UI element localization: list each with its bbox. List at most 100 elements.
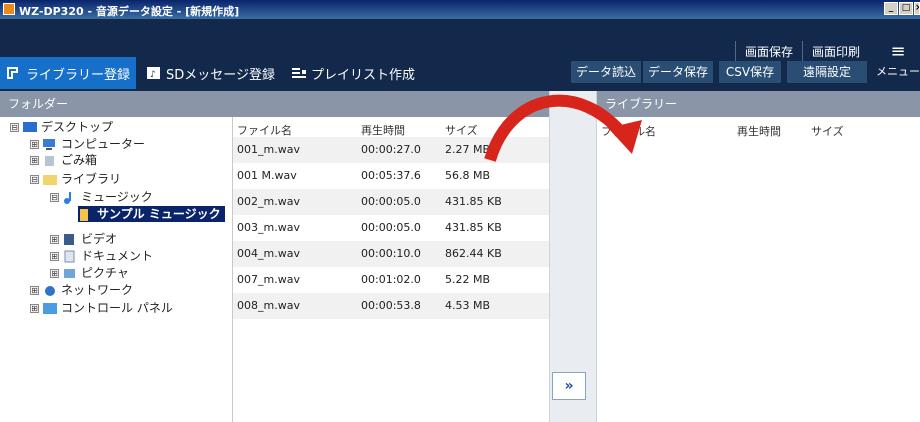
csv-save-button[interactable]: CSV保存 bbox=[719, 61, 781, 83]
file-name: 008_m.wav bbox=[237, 299, 300, 312]
folder-icon bbox=[78, 208, 94, 221]
tree-node-control-panel[interactable]: ⊞ コントロール パネル bbox=[30, 300, 173, 316]
video-icon bbox=[62, 233, 78, 246]
data-save-button[interactable]: データ保存 bbox=[643, 61, 713, 83]
tree-node-sample-music[interactable]: サンプル ミュージック bbox=[78, 206, 225, 222]
library-folder-icon bbox=[42, 173, 58, 186]
file-name: 001_m.wav bbox=[237, 143, 300, 156]
file-size: 56.8 MB bbox=[445, 169, 491, 182]
file-duration: 00:00:05.0 bbox=[361, 221, 421, 234]
tree-node-desktop[interactable]: ⊟ デスクトップ bbox=[10, 119, 113, 135]
file-row[interactable]: 001 M.wav 00:05:37.6 56.8 MB bbox=[233, 163, 549, 189]
playlist-icon bbox=[291, 66, 307, 80]
tree-node-music[interactable]: ⊟ ミュージック bbox=[50, 189, 153, 205]
expand-icon[interactable]: ⊞ bbox=[50, 268, 59, 278]
expand-icon[interactable]: ⊞ bbox=[30, 139, 39, 149]
sd-message-icon: ♪ bbox=[146, 66, 162, 80]
tree-label: コントロール パネル bbox=[61, 301, 173, 315]
file-row[interactable]: 008_m.wav 00:00:53.8 4.53 MB bbox=[233, 293, 549, 319]
file-duration: 00:05:37.6 bbox=[361, 169, 421, 182]
file-name: 004_m.wav bbox=[237, 247, 300, 260]
file-duration: 00:00:05.0 bbox=[361, 195, 421, 208]
file-row[interactable]: 003_m.wav 00:00:05.0 431.85 KB bbox=[233, 215, 549, 241]
tree-label: ネットワーク bbox=[61, 283, 134, 297]
remote-settings-button[interactable]: 遠隔設定 bbox=[787, 61, 867, 83]
tab-library-register[interactable]: ライブラリー登録 bbox=[0, 57, 136, 89]
file-row[interactable]: 002_m.wav 00:00:05.0 431.85 KB bbox=[233, 189, 549, 215]
tree-node-library[interactable]: ⊟ ライブラリ bbox=[30, 171, 121, 187]
screen-save-button[interactable]: 画面保存 bbox=[735, 41, 802, 63]
folder-panel-header: フォルダー bbox=[0, 91, 549, 117]
desktop-icon bbox=[22, 121, 38, 134]
file-size: 862.44 KB bbox=[445, 247, 502, 260]
window-title: WZ-DP320 - 音源データ設定 - [新規作成] bbox=[19, 5, 240, 18]
file-row[interactable]: 001_m.wav 00:00:27.0 2.27 MB bbox=[233, 137, 549, 163]
expand-icon[interactable]: ⊞ bbox=[30, 285, 39, 295]
tree-node-network[interactable]: ⊞ ネットワーク bbox=[30, 282, 133, 298]
expand-icon[interactable]: ⊞ bbox=[30, 155, 39, 165]
window-title-bar: WZ-DP320 - 音源データ設定 - [新規作成] _ □ × bbox=[0, 0, 920, 19]
library-list[interactable]: ファイル名 再生時間 サイズ bbox=[597, 117, 920, 422]
tree-node-documents[interactable]: ⊞ ドキュメント bbox=[50, 248, 153, 264]
file-size: 431.85 KB bbox=[445, 221, 502, 234]
library-icon bbox=[6, 66, 22, 80]
app-icon bbox=[3, 3, 15, 15]
tree-label: デスクトップ bbox=[41, 120, 114, 134]
add-to-library-button[interactable]: » bbox=[552, 372, 586, 400]
maximize-button[interactable]: □ bbox=[899, 2, 913, 15]
column-header-size[interactable]: サイズ bbox=[445, 122, 478, 138]
documents-icon bbox=[62, 250, 78, 263]
data-load-button[interactable]: データ読込 bbox=[571, 61, 641, 83]
file-size: 431.85 KB bbox=[445, 195, 502, 208]
file-size: 2.27 MB bbox=[445, 143, 491, 156]
file-duration: 00:01:02.0 bbox=[361, 273, 421, 286]
tree-label: ビデオ bbox=[81, 232, 118, 246]
recycle-bin-icon bbox=[42, 154, 58, 167]
column-header-duration[interactable]: 再生時間 bbox=[361, 122, 405, 138]
collapse-icon[interactable]: ⊟ bbox=[10, 122, 19, 132]
tree-label: ドキュメント bbox=[81, 249, 154, 263]
folder-tree[interactable]: ⊟ デスクトップ ⊞ コンピューター ⊞ ごみ箱 ⊟ ライブラリ ⊟ ミュージッ… bbox=[0, 117, 233, 422]
tree-label: ピクチャ bbox=[81, 266, 129, 280]
file-row[interactable]: 007_m.wav 00:01:02.0 5.22 MB bbox=[233, 267, 549, 293]
tab-label: プレイリスト作成 bbox=[311, 67, 416, 83]
tree-node-pictures[interactable]: ⊞ ピクチャ bbox=[50, 265, 129, 281]
tab-sd-message[interactable]: ♪ SDメッセージ登録 bbox=[140, 57, 280, 89]
file-duration: 00:00:10.0 bbox=[361, 247, 421, 260]
file-list-header: ファイル名 再生時間 サイズ bbox=[233, 117, 549, 139]
file-duration: 00:00:27.0 bbox=[361, 143, 421, 156]
svg-text:♪: ♪ bbox=[150, 70, 156, 80]
menu-button[interactable]: ≡ メニュー bbox=[876, 41, 920, 89]
column-header-filename[interactable]: ファイル名 bbox=[237, 122, 292, 138]
tree-label: コンピューター bbox=[61, 137, 146, 151]
minimize-button[interactable]: _ bbox=[884, 2, 898, 15]
tree-label: サンプル ミュージック bbox=[97, 207, 221, 221]
library-panel-header: ライブラリー bbox=[597, 91, 920, 117]
file-list[interactable]: ファイル名 再生時間 サイズ 001_m.wav 00:00:27.0 2.27… bbox=[233, 117, 549, 422]
tree-label: ライブラリ bbox=[61, 172, 122, 186]
tab-playlist[interactable]: プレイリスト作成 bbox=[285, 57, 415, 89]
file-row[interactable]: 004_m.wav 00:00:10.0 862.44 KB bbox=[233, 241, 549, 267]
app-header: ライブラリー登録 ♪ SDメッセージ登録 プレイリスト作成 画面保存 画面印刷 … bbox=[0, 19, 920, 91]
tree-node-recycle-bin[interactable]: ⊞ ごみ箱 bbox=[30, 152, 97, 168]
tree-node-video[interactable]: ⊞ ビデオ bbox=[50, 231, 117, 247]
expand-icon[interactable]: ⊞ bbox=[50, 251, 59, 261]
tab-label: SDメッセージ登録 bbox=[166, 67, 276, 83]
menu-icon: ≡ bbox=[890, 41, 906, 62]
tree-label: ミュージック bbox=[81, 190, 153, 204]
collapse-icon[interactable]: ⊟ bbox=[50, 192, 59, 202]
library-column-size[interactable]: サイズ bbox=[811, 123, 844, 139]
pictures-icon bbox=[62, 267, 78, 280]
file-name: 007_m.wav bbox=[237, 273, 300, 286]
expand-icon[interactable]: ⊞ bbox=[30, 303, 39, 313]
library-column-filename[interactable]: ファイル名 bbox=[601, 123, 656, 139]
close-button[interactable]: × bbox=[914, 2, 920, 15]
collapse-icon[interactable]: ⊟ bbox=[30, 174, 39, 184]
screen-print-button[interactable]: 画面印刷 bbox=[802, 41, 869, 63]
library-column-duration[interactable]: 再生時間 bbox=[737, 123, 781, 139]
file-name: 001 M.wav bbox=[237, 169, 297, 182]
tree-node-computer[interactable]: ⊞ コンピューター bbox=[30, 136, 145, 152]
tab-label: ライブラリー登録 bbox=[26, 67, 131, 83]
expand-icon[interactable]: ⊞ bbox=[50, 234, 59, 244]
music-icon bbox=[62, 191, 78, 204]
